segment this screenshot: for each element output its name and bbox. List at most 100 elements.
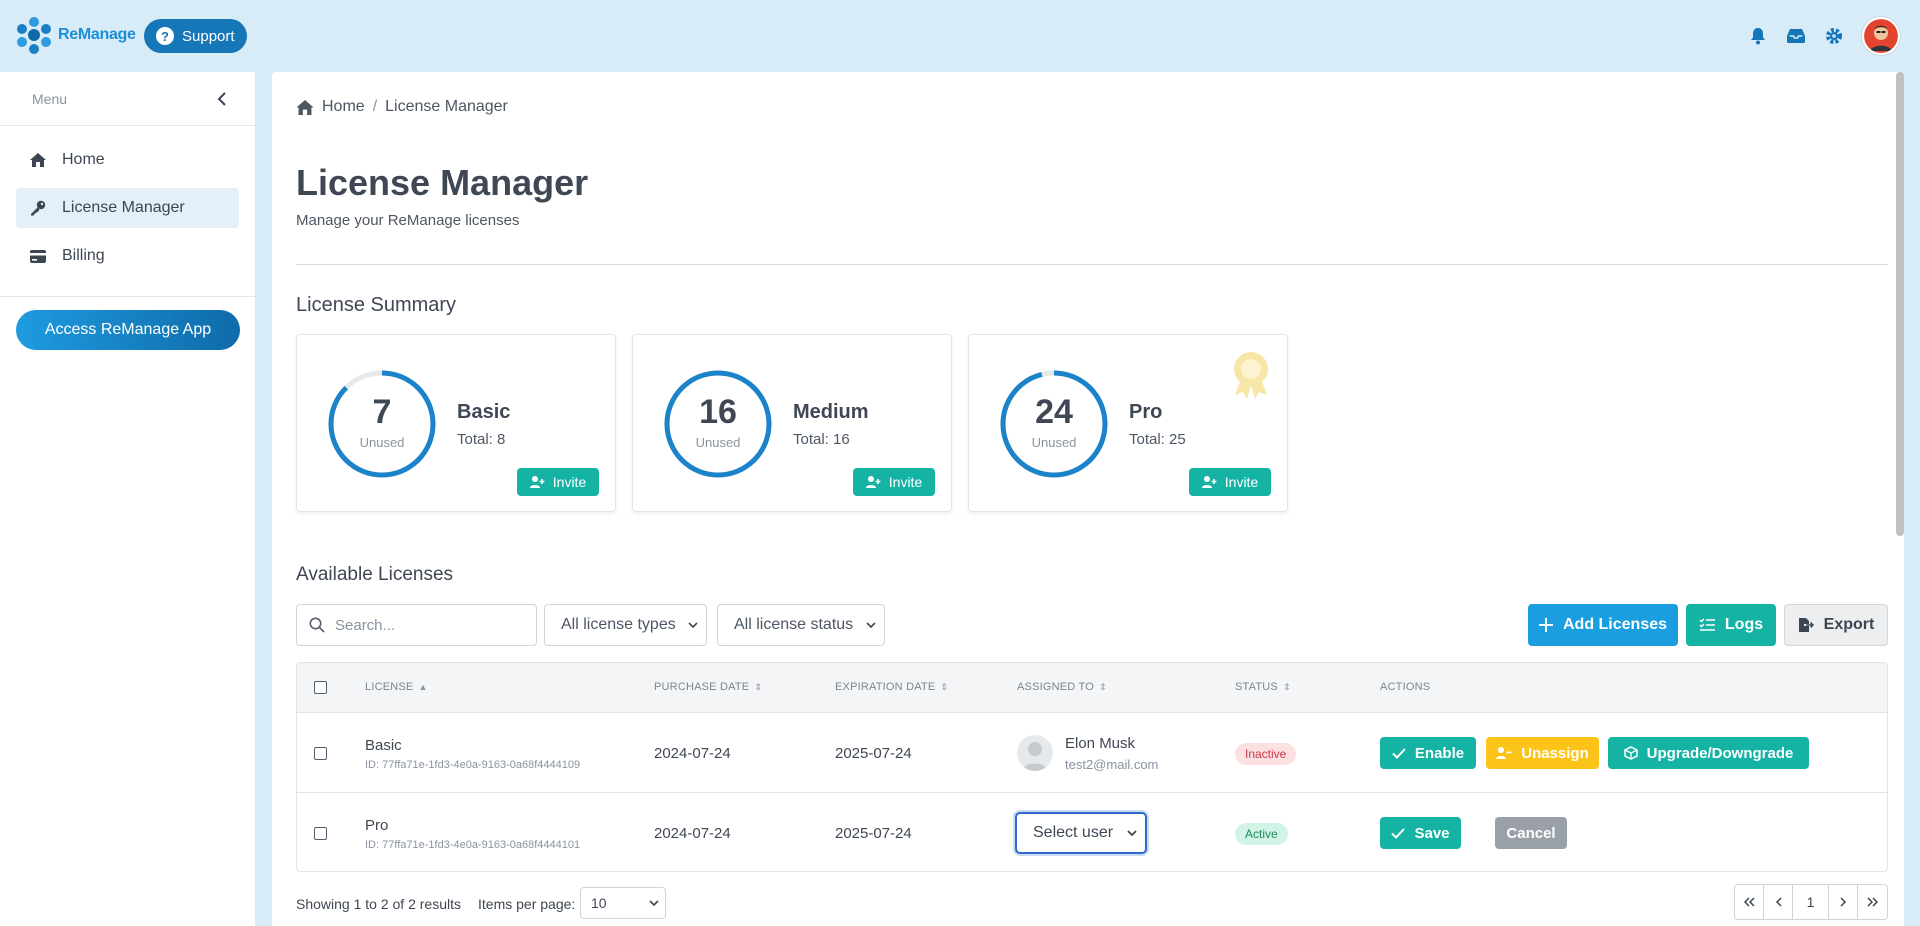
double-chevron-right-icon (1866, 897, 1878, 907)
license-id: ID: 77ffa71e-1fd3-4e0a-9163-0a68f4444109 (365, 759, 581, 771)
column-label: ACTIONS (1380, 681, 1431, 693)
plan-name: Pro (1129, 401, 1163, 423)
unused-label: Unused (359, 435, 405, 450)
home-icon[interactable] (296, 99, 314, 115)
sidebar-nav: Home License Manager Billing (0, 126, 255, 297)
sidebar-item-label: License Manager (62, 199, 185, 216)
top-icons (1748, 17, 1900, 55)
search-input[interactable]: Search... (296, 604, 537, 646)
logs-label: Logs (1724, 616, 1764, 633)
pagination: 1 (1734, 884, 1888, 920)
last-page-button[interactable] (1858, 885, 1887, 919)
sort-icon: ⇕ (1282, 681, 1291, 692)
unused-label: Unused (695, 435, 741, 450)
chevron-down-icon (866, 622, 876, 629)
logs-button[interactable]: Logs (1686, 604, 1776, 646)
app-name: ReManage (58, 26, 136, 43)
enable-button[interactable]: Enable (1380, 737, 1476, 769)
search-placeholder: Search... (335, 616, 396, 634)
license-id: ID: 77ffa71e-1fd3-4e0a-9163-0a68f4444101 (365, 839, 581, 851)
unassign-button[interactable]: Unassign (1486, 737, 1599, 769)
invite-button[interactable]: Invite (1189, 468, 1271, 496)
app-logo[interactable]: ReManage (14, 16, 136, 54)
file-export-icon (1798, 618, 1814, 632)
expiration-date: 2025-07-24 (835, 825, 912, 842)
scrollbar[interactable] (1896, 72, 1904, 536)
chevron-right-icon (1839, 897, 1846, 907)
plan-total: Total: 8 (457, 431, 506, 448)
divider (296, 264, 1888, 265)
upgrade-downgrade-label: Upgrade/Downgrade (1646, 744, 1794, 762)
key-icon (30, 200, 46, 216)
column-status[interactable]: STATUS ⇕ (1235, 681, 1291, 693)
next-page-button[interactable] (1829, 885, 1858, 919)
column-expiration-date[interactable]: EXPIRATION DATE ⇕ (835, 681, 948, 693)
sidebar-item-home[interactable]: Home (16, 140, 239, 180)
user-plus-icon (865, 476, 881, 488)
upgrade-downgrade-button[interactable]: Upgrade/Downgrade (1608, 737, 1809, 769)
sort-asc-icon: ▲ (418, 682, 428, 692)
sidebar-header: Menu (0, 72, 255, 126)
column-label: PURCHASE DATE (654, 681, 750, 693)
column-actions: ACTIONS (1380, 681, 1430, 693)
sidebar-item-billing[interactable]: Billing (16, 236, 239, 276)
invite-label: Invite (888, 474, 923, 490)
row-checkbox[interactable] (314, 747, 327, 760)
items-per-page-select[interactable]: 10 (580, 887, 666, 919)
items-per-page-value: 10 (591, 895, 607, 911)
select-user-dropdown[interactable]: Select user (1015, 812, 1147, 854)
chevron-down-icon (1127, 830, 1137, 837)
list-check-icon (1699, 618, 1715, 631)
column-label: LICENSE (365, 681, 414, 693)
support-label: Support (182, 27, 235, 45)
sidebar-item-label: Billing (62, 247, 105, 264)
chevron-left-icon[interactable] (217, 91, 227, 106)
row-checkbox[interactable] (314, 827, 327, 840)
sort-icon: ⇕ (1098, 681, 1107, 692)
user-plus-icon (529, 476, 545, 488)
save-label: Save (1414, 824, 1450, 842)
purchase-date: 2024-07-24 (654, 745, 731, 762)
chevron-left-icon (1775, 897, 1782, 907)
help-icon: ? (156, 27, 174, 45)
plan-total: Total: 16 (793, 431, 850, 448)
invite-button[interactable]: Invite (853, 468, 935, 496)
top-bar: ReManage ? Support (0, 0, 1920, 72)
save-button[interactable]: Save (1380, 817, 1461, 849)
summary-card-pro: 24 Unused Pro Total: 25 Invite (968, 334, 1288, 512)
add-licenses-button[interactable]: Add Licenses (1528, 604, 1678, 646)
home-icon (30, 152, 46, 168)
access-app-button[interactable]: Access ReManage App (16, 310, 240, 350)
support-button[interactable]: ? Support (144, 19, 247, 53)
gear-icon[interactable] (1824, 26, 1844, 46)
prev-page-button[interactable] (1764, 885, 1793, 919)
page-subtitle: Manage your ReManage licenses (296, 212, 520, 229)
user-avatar[interactable] (1862, 17, 1900, 55)
bell-icon[interactable] (1748, 26, 1768, 46)
column-purchase-date[interactable]: PURCHASE DATE ⇕ (654, 681, 762, 693)
page-number[interactable]: 1 (1793, 885, 1829, 919)
check-icon (1392, 747, 1406, 759)
plan-total: Total: 25 (1129, 431, 1186, 448)
license-type-select[interactable]: All license types (544, 604, 707, 646)
invite-button[interactable]: Invite (517, 468, 599, 496)
column-license[interactable]: LICENSE ▲ (365, 681, 428, 693)
inbox-icon[interactable] (1786, 26, 1806, 46)
menu-label: Menu (32, 90, 68, 107)
select-all-checkbox[interactable] (314, 681, 327, 694)
breadcrumb-home[interactable]: Home (322, 98, 365, 116)
license-type-value: All license types (561, 616, 676, 633)
search-icon (309, 617, 325, 633)
license-status-select[interactable]: All license status (717, 604, 885, 646)
add-licenses-label: Add Licenses (1562, 616, 1668, 633)
items-per-page-label: Items per page: (478, 896, 576, 912)
first-page-button[interactable] (1735, 885, 1764, 919)
cancel-button[interactable]: Cancel (1495, 817, 1567, 849)
summary-card-medium: 16 Unused Medium Total: 16 Invite (632, 334, 952, 512)
sort-icon: ⇕ (754, 681, 763, 692)
sidebar-item-license-manager[interactable]: License Manager (16, 188, 239, 228)
sidebar: Menu Home License Manager Billing Access… (0, 72, 256, 926)
export-button[interactable]: Export (1784, 604, 1888, 646)
breadcrumb-separator: / (372, 98, 378, 115)
column-assigned-to[interactable]: ASSIGNED TO ⇕ (1017, 681, 1107, 693)
